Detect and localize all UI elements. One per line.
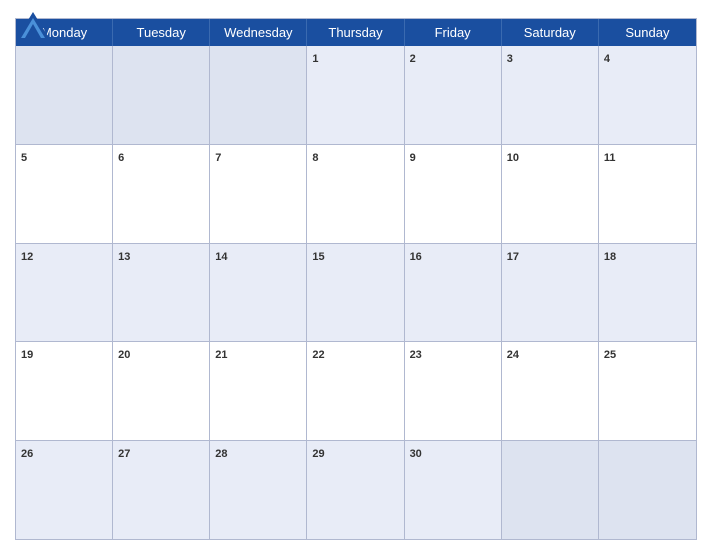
day-cell: 4 (599, 46, 696, 144)
day-cell: 30 (405, 441, 502, 539)
day-number: 20 (118, 349, 130, 361)
day-number: 4 (604, 53, 610, 65)
day-number: 9 (410, 152, 416, 164)
day-headers-row: MondayTuesdayWednesdayThursdayFridaySatu… (16, 19, 696, 46)
day-number: 13 (118, 251, 130, 263)
day-number: 27 (118, 448, 130, 460)
day-number: 11 (604, 152, 616, 164)
week-row-3: 12 13 14 15 16 17 18 (16, 244, 696, 343)
day-number: 29 (312, 448, 324, 460)
day-cell (502, 441, 599, 539)
week-row-1: 1 2 3 4 (16, 46, 696, 145)
day-cell: 21 (210, 342, 307, 440)
day-number: 12 (21, 251, 33, 263)
day-cell: 1 (307, 46, 404, 144)
week-row-2: 5 6 7 8 9 10 11 (16, 145, 696, 244)
day-number: 24 (507, 349, 519, 361)
day-cell (113, 46, 210, 144)
day-cell: 12 (16, 244, 113, 342)
day-number: 22 (312, 349, 324, 361)
day-cell: 7 (210, 145, 307, 243)
day-cell: 22 (307, 342, 404, 440)
day-number: 15 (312, 251, 324, 263)
day-cell: 27 (113, 441, 210, 539)
calendar-page: MondayTuesdayWednesdayThursdayFridaySatu… (0, 0, 712, 550)
day-number: 10 (507, 152, 519, 164)
day-cell: 3 (502, 46, 599, 144)
day-cell: 24 (502, 342, 599, 440)
day-header-tuesday: Tuesday (113, 19, 210, 46)
day-number: 5 (21, 152, 27, 164)
logo-icon (15, 10, 51, 40)
day-cell: 16 (405, 244, 502, 342)
day-cell: 15 (307, 244, 404, 342)
calendar-grid: MondayTuesdayWednesdayThursdayFridaySatu… (15, 18, 697, 540)
weeks-container: 1234567891011121314151617181920212223242… (16, 46, 696, 539)
day-number: 26 (21, 448, 33, 460)
day-number: 16 (410, 251, 422, 263)
day-cell: 28 (210, 441, 307, 539)
day-number: 7 (215, 152, 221, 164)
day-number: 23 (410, 349, 422, 361)
day-cell: 23 (405, 342, 502, 440)
day-cell: 9 (405, 145, 502, 243)
day-cell: 26 (16, 441, 113, 539)
day-number: 30 (410, 448, 422, 460)
day-header-thursday: Thursday (307, 19, 404, 46)
day-cell: 25 (599, 342, 696, 440)
day-cell: 14 (210, 244, 307, 342)
week-row-5: 26 27 28 29 30 (16, 441, 696, 539)
day-cell (210, 46, 307, 144)
day-cell: 13 (113, 244, 210, 342)
day-number: 19 (21, 349, 33, 361)
day-cell: 5 (16, 145, 113, 243)
day-header-saturday: Saturday (502, 19, 599, 46)
day-number: 6 (118, 152, 124, 164)
day-cell (599, 441, 696, 539)
logo (15, 10, 55, 40)
day-header-sunday: Sunday (599, 19, 696, 46)
day-cell: 17 (502, 244, 599, 342)
day-header-wednesday: Wednesday (210, 19, 307, 46)
day-cell (16, 46, 113, 144)
day-cell: 18 (599, 244, 696, 342)
day-number: 2 (410, 53, 416, 65)
day-cell: 20 (113, 342, 210, 440)
week-row-4: 19 20 21 22 23 24 25 (16, 342, 696, 441)
day-cell: 6 (113, 145, 210, 243)
day-number: 14 (215, 251, 227, 263)
day-cell: 29 (307, 441, 404, 539)
day-number: 28 (215, 448, 227, 460)
day-cell: 10 (502, 145, 599, 243)
day-cell: 2 (405, 46, 502, 144)
day-header-friday: Friday (405, 19, 502, 46)
day-number: 25 (604, 349, 616, 361)
day-cell: 19 (16, 342, 113, 440)
day-cell: 11 (599, 145, 696, 243)
day-number: 21 (215, 349, 227, 361)
day-number: 8 (312, 152, 318, 164)
day-number: 1 (312, 53, 318, 65)
day-number: 3 (507, 53, 513, 65)
day-cell: 8 (307, 145, 404, 243)
day-number: 17 (507, 251, 519, 263)
day-number: 18 (604, 251, 616, 263)
